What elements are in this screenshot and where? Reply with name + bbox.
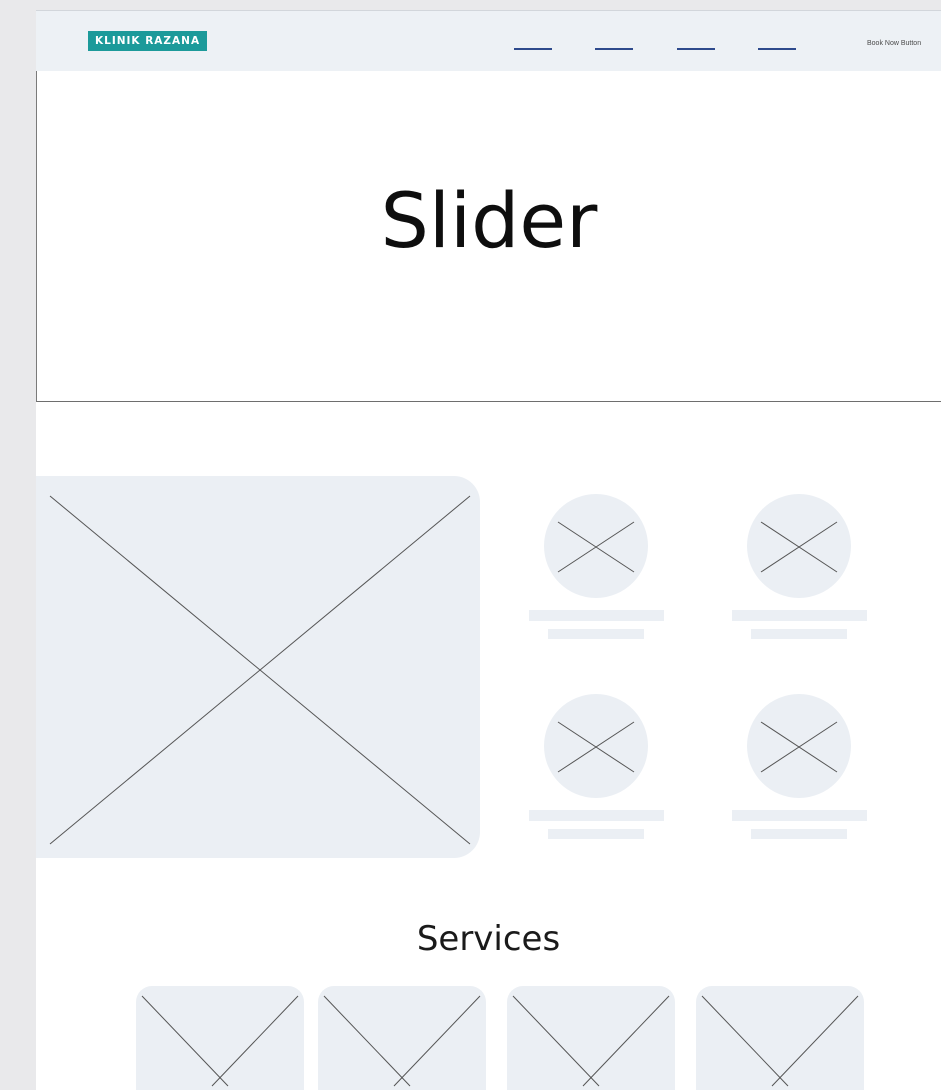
nav-link-3[interactable] [677, 48, 715, 50]
text-line-placeholder [732, 610, 867, 621]
top-navbar: KLINIK RAZANA Book Now Button [36, 10, 941, 71]
feature-image-placeholder [36, 476, 480, 858]
image-placeholder-icon [557, 521, 635, 573]
image-placeholder-icon [701, 995, 859, 1087]
slider-title: Slider [380, 176, 598, 265]
nav-link-2[interactable] [595, 48, 633, 50]
nav-link-1[interactable] [514, 48, 552, 50]
text-line-placeholder [548, 829, 644, 839]
service-card-3[interactable] [507, 986, 675, 1090]
text-line-placeholder [751, 629, 847, 639]
image-placeholder-icon [141, 995, 299, 1087]
text-line-placeholder [548, 629, 644, 639]
book-now-button[interactable]: Book Now Button [867, 40, 921, 47]
service-card-2[interactable] [318, 986, 486, 1090]
service-card-4[interactable] [696, 986, 864, 1090]
hero-slider[interactable]: Slider [36, 71, 941, 402]
service-card-1[interactable] [136, 986, 304, 1090]
avatar-placeholder-4 [747, 694, 851, 798]
image-placeholder-icon [760, 721, 838, 773]
brand-logo[interactable]: KLINIK RAZANA [88, 31, 208, 51]
page-canvas: KLINIK RAZANA Book Now Button Slider Ser… [36, 10, 941, 1090]
avatar-placeholder-1 [544, 494, 648, 598]
text-line-placeholder [529, 610, 664, 621]
image-placeholder-icon [760, 521, 838, 573]
image-placeholder-icon [557, 721, 635, 773]
text-line-placeholder [751, 829, 847, 839]
image-placeholder-icon [49, 495, 471, 845]
avatar-placeholder-3 [544, 694, 648, 798]
avatar-placeholder-2 [747, 494, 851, 598]
text-line-placeholder [732, 810, 867, 821]
text-line-placeholder [529, 810, 664, 821]
image-placeholder-icon [323, 995, 481, 1087]
image-placeholder-icon [512, 995, 670, 1087]
services-heading: Services [416, 919, 561, 959]
nav-link-4[interactable] [758, 48, 796, 50]
